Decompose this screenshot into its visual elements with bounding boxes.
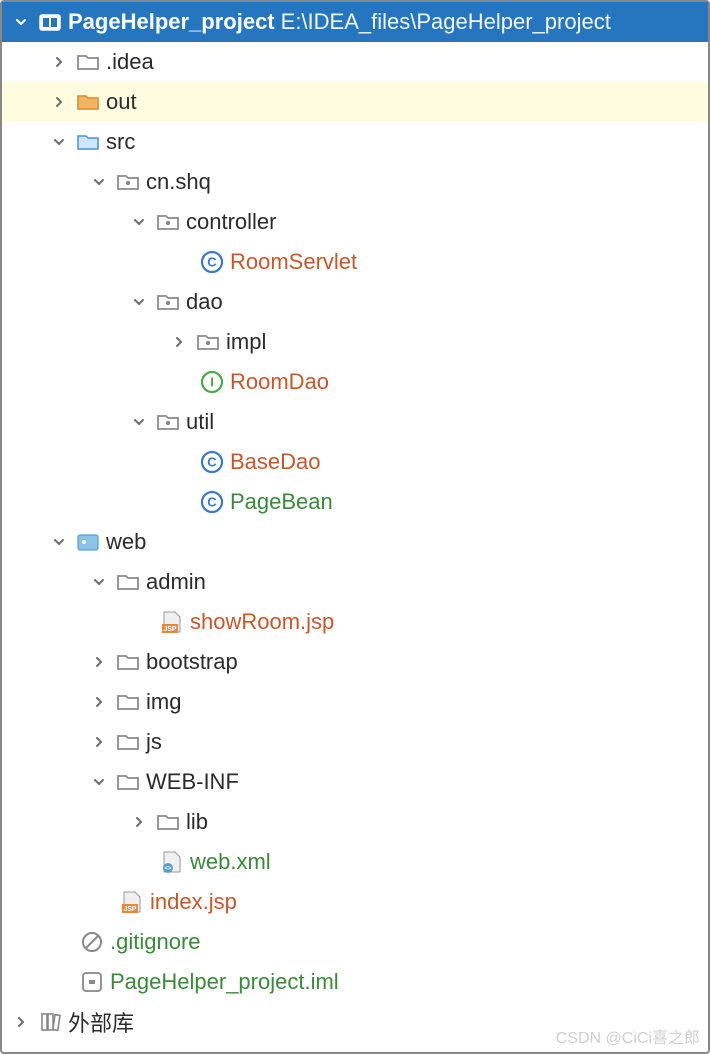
tree-item-gitignore[interactable]: .gitignore <box>2 922 708 962</box>
tree-item-admin[interactable]: admin <box>2 562 708 602</box>
chevron-down-icon[interactable] <box>90 773 108 791</box>
chevron-right-icon[interactable] <box>90 693 108 711</box>
tree-item-showroom-jsp[interactable]: showRoom.jsp <box>2 602 708 642</box>
tree-item-base-dao[interactable]: BaseDao <box>2 442 708 482</box>
tree-item-out[interactable]: out <box>2 82 708 122</box>
project-root-row[interactable]: PageHelper_project E:\IDEA_files\PageHel… <box>2 2 708 42</box>
iml-icon <box>80 970 104 994</box>
jsp-icon <box>160 610 184 634</box>
package-icon <box>156 210 180 234</box>
chevron-right-icon[interactable] <box>90 733 108 751</box>
chevron-down-icon[interactable] <box>50 533 68 551</box>
folder-label: out <box>106 89 137 115</box>
external-libs-label: 外部库 <box>68 1006 134 1038</box>
tree-item-indexjsp[interactable]: index.jsp <box>2 882 708 922</box>
chevron-down-icon[interactable] <box>12 13 30 31</box>
jsp-icon <box>120 890 144 914</box>
tree-item-util[interactable]: util <box>2 402 708 442</box>
package-label: controller <box>186 209 276 235</box>
tree-item-room-dao[interactable]: RoomDao <box>2 362 708 402</box>
tree-item-cn-shq[interactable]: cn.shq <box>2 162 708 202</box>
project-name: PageHelper_project <box>68 9 275 35</box>
folder-label: src <box>106 129 135 155</box>
chevron-down-icon[interactable] <box>90 173 108 191</box>
folder-icon <box>116 690 140 714</box>
xml-icon <box>160 850 184 874</box>
tree-item-img[interactable]: img <box>2 682 708 722</box>
file-label: PageHelper_project.iml <box>110 969 339 995</box>
package-icon <box>196 330 220 354</box>
tree-item-webinf[interactable]: WEB-INF <box>2 762 708 802</box>
library-icon <box>38 1010 62 1034</box>
chevron-down-icon[interactable] <box>90 573 108 591</box>
package-label: dao <box>186 289 223 315</box>
file-label: index.jsp <box>150 889 237 915</box>
chevron-right-icon[interactable] <box>12 1013 30 1031</box>
chevron-down-icon[interactable] <box>130 213 148 231</box>
class-label: RoomServlet <box>230 249 357 275</box>
package-icon <box>156 410 180 434</box>
folder-web-icon <box>76 530 100 554</box>
project-path: E:\IDEA_files\PageHelper_project <box>281 9 611 35</box>
tree-item-webxml[interactable]: web.xml <box>2 842 708 882</box>
tree-item-room-servlet[interactable]: RoomServlet <box>2 242 708 282</box>
chevron-down-icon[interactable] <box>130 413 148 431</box>
class-icon <box>200 490 224 514</box>
chevron-right-icon[interactable] <box>170 333 188 351</box>
tree-item-iml[interactable]: PageHelper_project.iml <box>2 962 708 1002</box>
tree-item-js[interactable]: js <box>2 722 708 762</box>
folder-label: web <box>106 529 146 555</box>
folder-label: WEB-INF <box>146 769 239 795</box>
folder-excluded-icon <box>76 90 100 114</box>
tree-item-page-bean[interactable]: PageBean <box>2 482 708 522</box>
package-label: cn.shq <box>146 169 211 195</box>
chevron-right-icon[interactable] <box>50 53 68 71</box>
file-label: showRoom.jsp <box>190 609 334 635</box>
interface-icon <box>200 370 224 394</box>
folder-source-icon <box>76 130 100 154</box>
file-label: .gitignore <box>110 929 201 955</box>
tree-item-bootstrap[interactable]: bootstrap <box>2 642 708 682</box>
chevron-right-icon[interactable] <box>50 93 68 111</box>
folder-icon <box>156 810 180 834</box>
package-label: util <box>186 409 214 435</box>
folder-label: js <box>146 729 162 755</box>
folder-label: img <box>146 689 181 715</box>
tree-item-lib[interactable]: lib <box>2 802 708 842</box>
chevron-right-icon[interactable] <box>90 653 108 671</box>
ignore-icon <box>80 930 104 954</box>
class-label: PageBean <box>230 489 333 515</box>
folder-label: bootstrap <box>146 649 238 675</box>
folder-icon <box>116 650 140 674</box>
folder-icon <box>116 570 140 594</box>
chevron-down-icon[interactable] <box>130 293 148 311</box>
class-icon <box>200 250 224 274</box>
tree-item-controller[interactable]: controller <box>2 202 708 242</box>
folder-icon <box>116 730 140 754</box>
interface-label: RoomDao <box>230 369 329 395</box>
folder-label: admin <box>146 569 206 595</box>
folder-icon <box>116 770 140 794</box>
folder-icon <box>76 50 100 74</box>
chevron-right-icon[interactable] <box>130 813 148 831</box>
package-icon <box>156 290 180 314</box>
folder-label: .idea <box>106 49 154 75</box>
folder-label: lib <box>186 809 208 835</box>
tree-item-src[interactable]: src <box>2 122 708 162</box>
tree-item-external-libs[interactable]: 外部库 <box>2 1002 708 1042</box>
tree-item-web[interactable]: web <box>2 522 708 562</box>
package-label: impl <box>226 329 266 355</box>
package-icon <box>116 170 140 194</box>
tree-item-dao[interactable]: dao <box>2 282 708 322</box>
chevron-down-icon[interactable] <box>50 133 68 151</box>
class-icon <box>200 450 224 474</box>
tree-item-impl[interactable]: impl <box>2 322 708 362</box>
file-label: web.xml <box>190 849 271 875</box>
project-icon <box>38 10 62 34</box>
tree-item-idea[interactable]: .idea <box>2 42 708 82</box>
class-label: BaseDao <box>230 449 321 475</box>
